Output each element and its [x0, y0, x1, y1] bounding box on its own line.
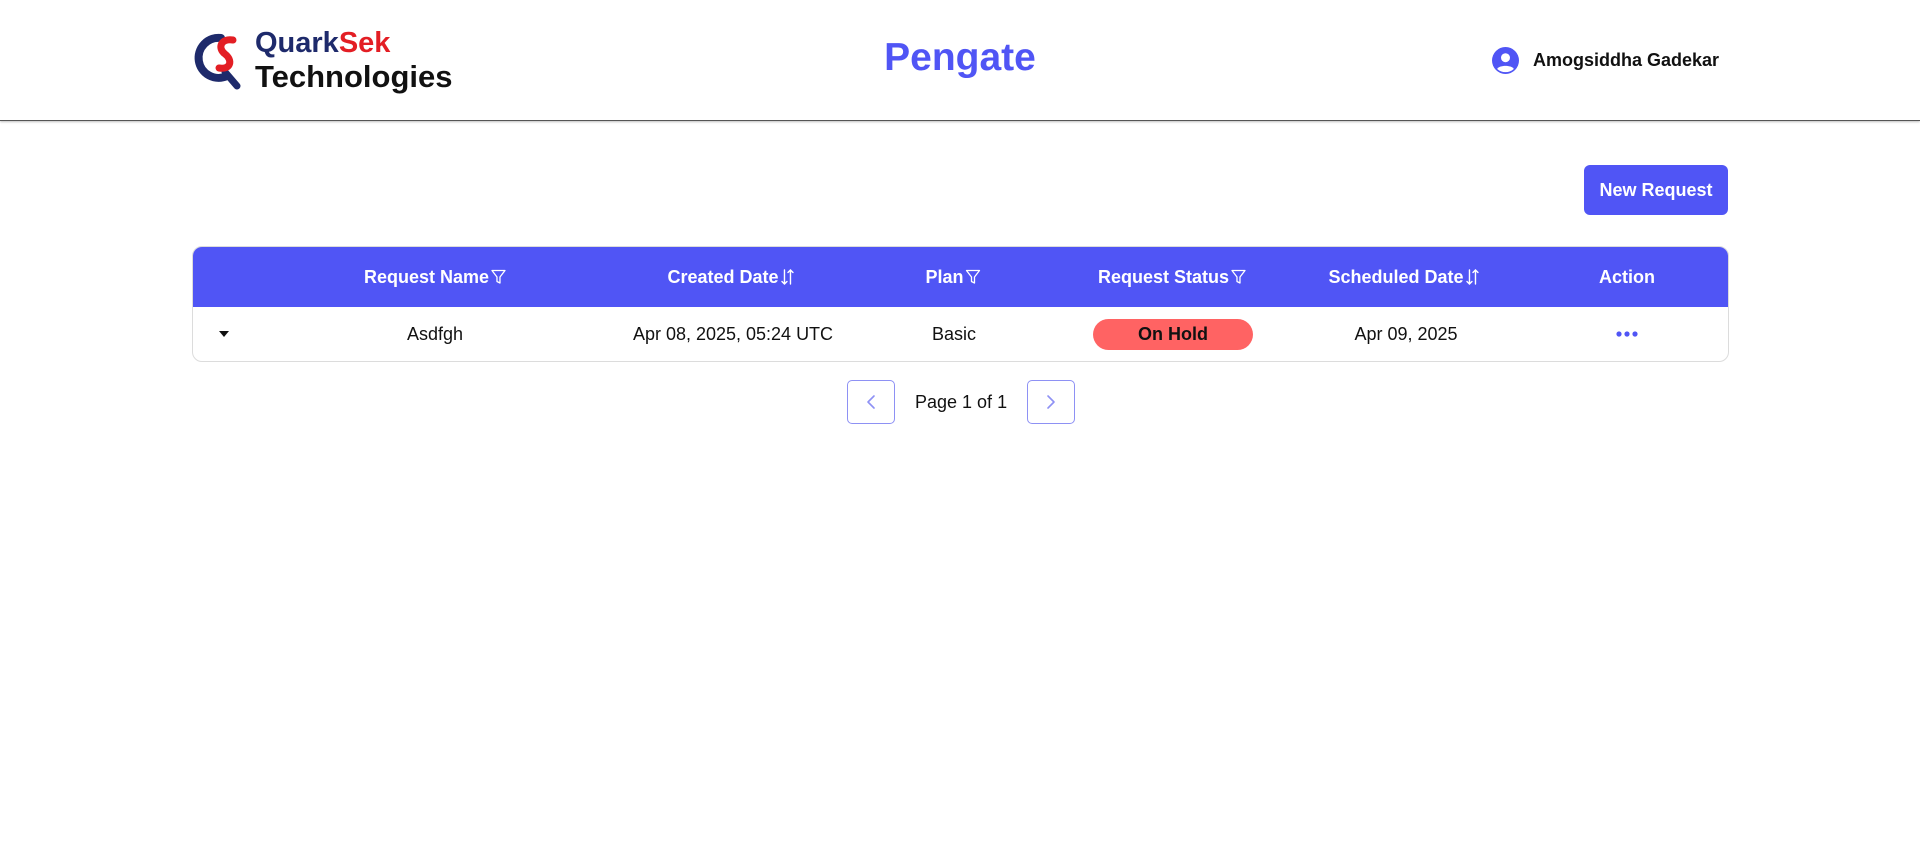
filter-icon[interactable]	[1231, 269, 1246, 285]
column-header-request-name[interactable]: Request Name	[364, 247, 506, 307]
table-header: Request Name Created Date Plan Request S…	[193, 247, 1728, 307]
cell-request-status: On Hold	[1093, 307, 1253, 361]
sort-icon[interactable]	[781, 268, 795, 286]
sort-icon[interactable]	[1466, 268, 1480, 286]
chevron-left-icon	[867, 395, 875, 409]
next-page-button[interactable]	[1027, 380, 1076, 424]
pagination: Page 1 of 1	[847, 380, 1076, 424]
column-header-request-status[interactable]: Request Status	[1098, 247, 1246, 307]
new-request-button[interactable]: New Request	[1584, 165, 1728, 215]
filter-icon[interactable]	[965, 269, 981, 285]
chevron-right-icon	[1047, 395, 1055, 409]
page-indicator: Page 1 of 1	[915, 391, 1008, 412]
cell-scheduled-date: Apr 09, 2025	[1354, 323, 1458, 344]
column-header-plan[interactable]: Plan	[925, 247, 981, 307]
column-header-action: Action	[1599, 266, 1655, 287]
table-row[interactable]: Asdfgh Apr 08, 2025, 05:24 UTC Basic On …	[193, 307, 1728, 361]
column-header-created-date[interactable]: Created Date	[667, 247, 794, 307]
cell-plan: Basic	[931, 323, 977, 344]
column-header-scheduled-date[interactable]: Scheduled Date	[1328, 247, 1479, 307]
user-circle-icon	[1492, 47, 1519, 74]
top-header: QuarkSek Technologies Pengate Amogsiddha…	[0, 0, 1920, 121]
cell-created-date: Apr 08, 2025, 05:24 UTC	[632, 323, 834, 344]
caret-down-icon[interactable]	[218, 329, 230, 339]
status-badge: On Hold	[1093, 318, 1253, 350]
row-actions-button[interactable]	[1616, 307, 1638, 361]
requests-table: Request Name Created Date Plan Request S…	[192, 246, 1729, 362]
more-horizontal-icon[interactable]	[1616, 330, 1638, 338]
user-menu[interactable]: Amogsiddha Gadekar	[1492, 47, 1719, 74]
filter-icon[interactable]	[491, 269, 506, 285]
cell-request-name: Asdfgh	[406, 323, 464, 344]
user-name: Amogsiddha Gadekar	[1533, 50, 1720, 70]
prev-page-button[interactable]	[847, 380, 895, 424]
